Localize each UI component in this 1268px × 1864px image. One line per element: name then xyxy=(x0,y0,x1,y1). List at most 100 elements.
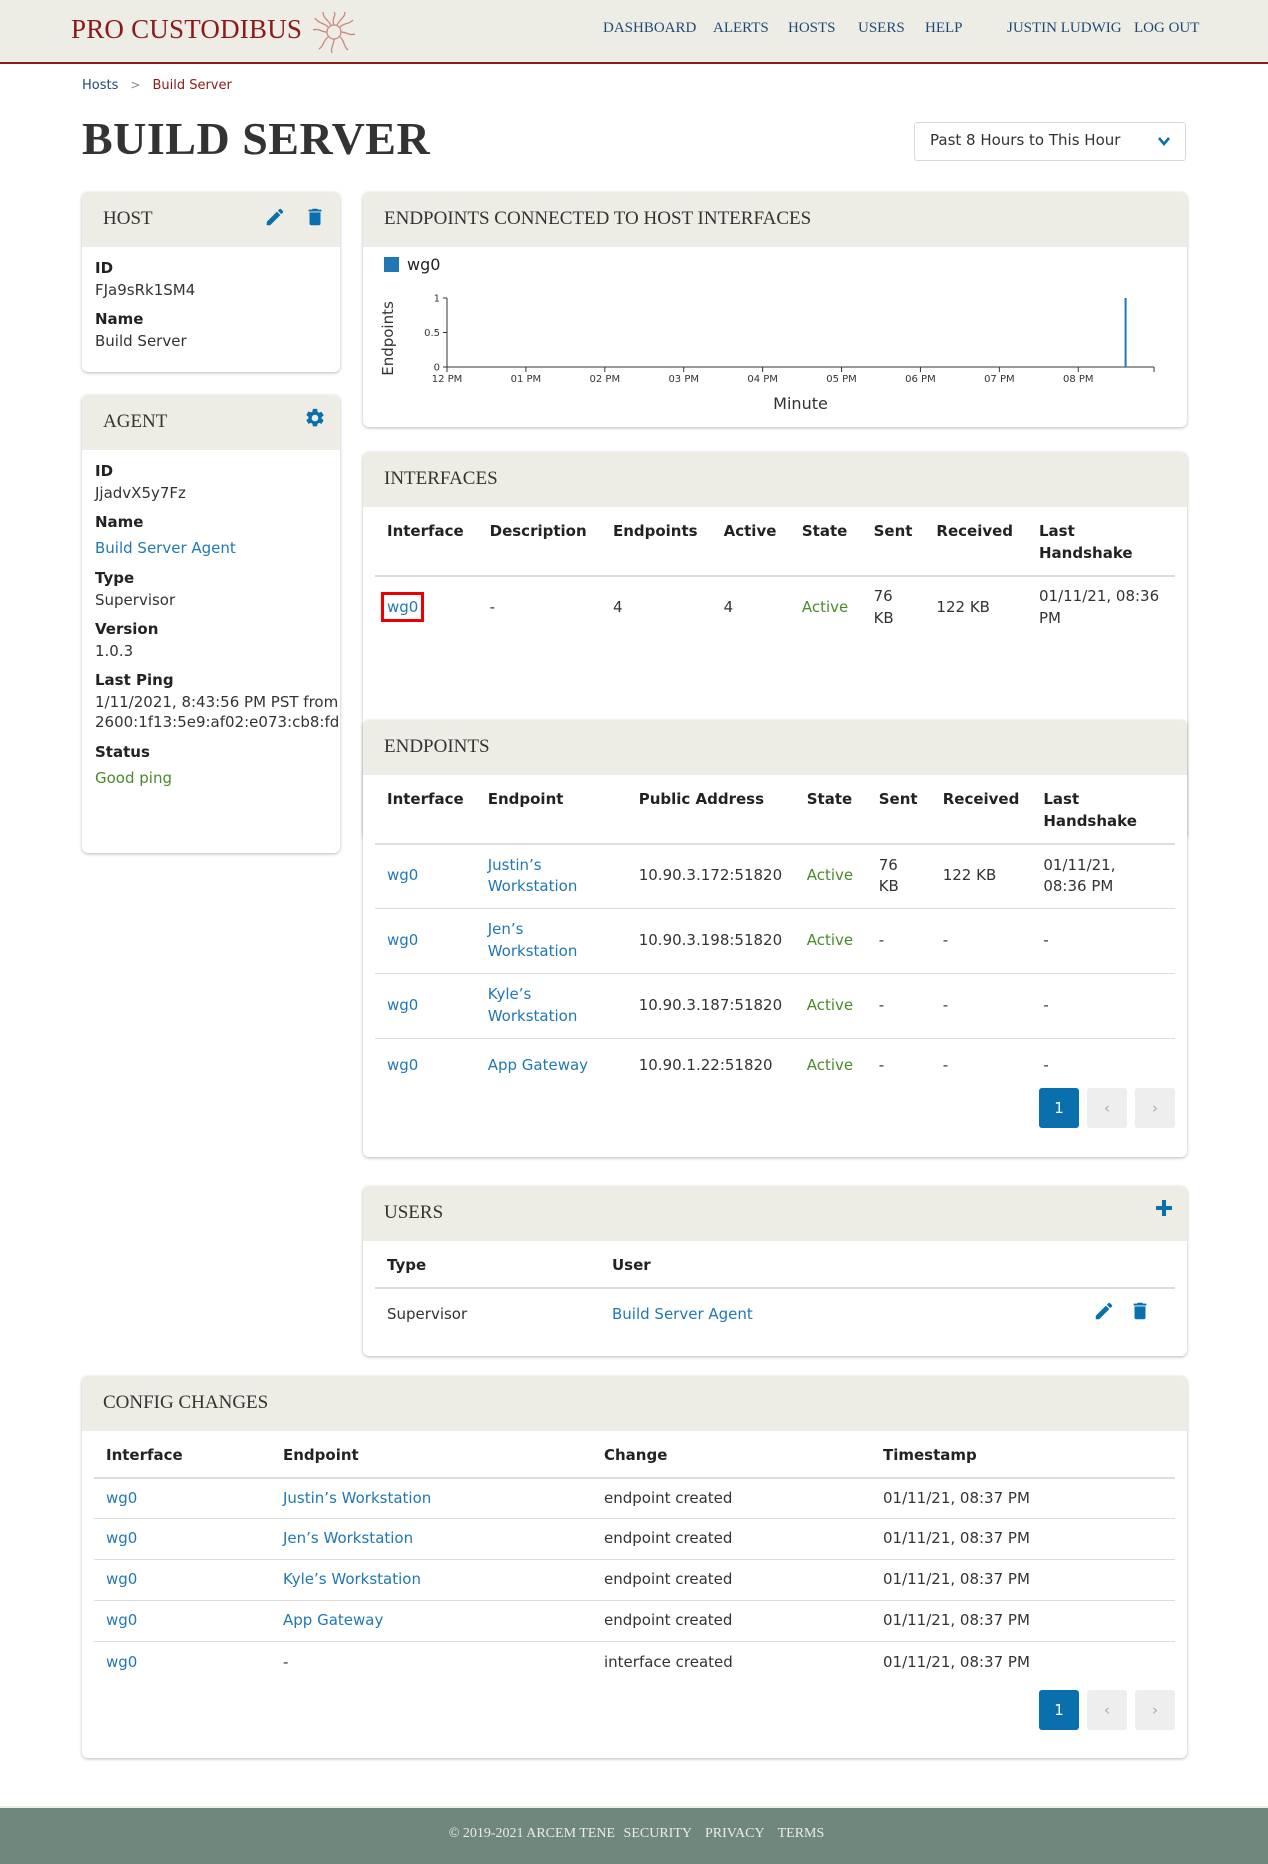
endpoint-interface-link[interactable]: wg0 xyxy=(387,866,418,884)
x-tick-label: 07 PM xyxy=(984,374,1015,385)
interface-link-wg0[interactable]: wg0 xyxy=(380,592,425,623)
x-tick-label: 03 PM xyxy=(668,374,699,385)
interfaces-table: Interface Description Endpoints Active S… xyxy=(375,507,1175,640)
endpoint-address: 10.90.3.187:51820 xyxy=(626,973,795,1039)
next-page-button[interactable]: › xyxy=(1135,1690,1175,1730)
y-tick-label: 1 xyxy=(434,294,440,305)
breadcrumb-hosts-link[interactable]: Hosts xyxy=(82,78,118,93)
users-header-row: Type User xyxy=(375,1241,1175,1289)
x-tick-label: 05 PM xyxy=(826,374,857,385)
footer-terms-link[interactable]: TERMS xyxy=(778,1826,825,1841)
endpoints-header-row: Interface Endpoint Public Address State … xyxy=(375,775,1175,845)
config-endpoint-link[interactable]: App Gateway xyxy=(283,1611,383,1629)
top-bar: PRO CUSTODIBUS DASHBOARD ALERTS HOSTS US… xyxy=(0,0,1268,64)
pencil-icon[interactable] xyxy=(264,206,286,228)
col-endpoints[interactable]: Endpoints xyxy=(600,507,712,577)
y-tick-label: 0 xyxy=(434,363,440,374)
gear-icon[interactable] xyxy=(304,407,326,429)
col-endpoint[interactable]: Endpoint xyxy=(475,775,627,845)
page-1-button[interactable]: 1 xyxy=(1039,1088,1079,1128)
medusa-logo-icon[interactable] xyxy=(311,10,357,54)
trash-icon[interactable] xyxy=(1129,1300,1151,1322)
endpoint-interface-link[interactable]: wg0 xyxy=(387,996,418,1014)
chart-card-title: ENDPOINTS CONNECTED TO HOST INTERFACES xyxy=(384,208,812,229)
config-interface-link[interactable]: wg0 xyxy=(106,1489,137,1507)
col-active[interactable]: Active xyxy=(711,507,790,577)
config-timestamp: 01/11/21, 08:37 PM xyxy=(871,1477,1175,1520)
config-endpoint-link[interactable]: Justin’s Workstation xyxy=(283,1489,431,1507)
next-page-button[interactable]: › xyxy=(1135,1088,1175,1128)
endpoint-name-link[interactable]: Kyle’s Workstation xyxy=(488,985,578,1025)
config-endpoint-link[interactable]: Kyle’s Workstation xyxy=(283,1570,421,1588)
config-interface-link[interactable]: wg0 xyxy=(106,1529,137,1547)
col-timestamp[interactable]: Timestamp xyxy=(871,1431,1175,1479)
col-interface[interactable]: Interface xyxy=(94,1431,271,1479)
col-user[interactable]: User xyxy=(600,1241,1075,1289)
config-interface-link[interactable]: wg0 xyxy=(106,1653,137,1671)
col-type[interactable]: Type xyxy=(375,1241,600,1289)
footer-privacy-link[interactable]: PRIVACY xyxy=(705,1826,764,1841)
config-endpoint-link[interactable]: Jen’s Workstation xyxy=(283,1529,413,1547)
nav-users[interactable]: USERS xyxy=(858,20,905,37)
col-last-handshake[interactable]: Last Handshake xyxy=(1031,775,1175,845)
footer-security-link[interactable]: SECURITY xyxy=(624,1826,692,1841)
col-state[interactable]: State xyxy=(789,507,862,577)
col-received[interactable]: Received xyxy=(924,507,1027,577)
col-received[interactable]: Received xyxy=(930,775,1032,845)
config-card-title: CONFIG CHANGES xyxy=(103,1392,269,1413)
endpoint-name-link[interactable]: Justin’s Workstation xyxy=(488,856,578,896)
x-tick-label: 04 PM xyxy=(747,374,778,385)
host-card-title: HOST xyxy=(103,208,153,229)
prev-page-button[interactable]: ‹ xyxy=(1087,1088,1127,1128)
config-timestamp: 01/11/21, 08:37 PM xyxy=(871,1600,1175,1643)
agent-name-label: Name xyxy=(95,513,144,532)
nav-alerts[interactable]: ALERTS xyxy=(713,20,769,37)
user-link[interactable]: Build Server Agent xyxy=(612,1305,753,1323)
config-interface-link[interactable]: wg0 xyxy=(106,1611,137,1629)
col-sent[interactable]: Sent xyxy=(861,507,925,577)
prev-page-button[interactable]: ‹ xyxy=(1087,1690,1127,1730)
pencil-icon[interactable] xyxy=(1093,1300,1115,1322)
interfaces-card-title: INTERFACES xyxy=(384,468,498,489)
col-state[interactable]: State xyxy=(794,775,867,845)
trash-icon[interactable] xyxy=(304,206,326,228)
table-row: wg0 App Gateway endpoint created 01/11/21, … xyxy=(94,1600,1175,1643)
config-interface-link[interactable]: wg0 xyxy=(106,1570,137,1588)
endpoint-sent: - xyxy=(866,973,931,1039)
col-change[interactable]: Change xyxy=(592,1431,871,1479)
col-sent[interactable]: Sent xyxy=(866,775,931,845)
endpoint-state: Active xyxy=(806,1056,854,1075)
col-interface[interactable]: Interface xyxy=(375,775,476,845)
nav-dashboard[interactable]: DASHBOARD xyxy=(603,20,696,37)
config-timestamp: 01/11/21, 08:37 PM xyxy=(883,1652,1030,1671)
nav-hosts[interactable]: HOSTS xyxy=(788,20,836,37)
config-timestamp: 01/11/21, 08:37 PM xyxy=(871,1518,1175,1561)
breadcrumb-current: Build Server xyxy=(152,78,232,93)
table-row: wg0 Jen’s Workstation endpoint created 01/1… xyxy=(94,1518,1175,1561)
col-interface[interactable]: Interface xyxy=(375,507,478,577)
endpoint-name-link[interactable]: App Gateway xyxy=(488,1056,588,1074)
users-table: Type User Supervisor Build Server Agent xyxy=(375,1241,1175,1341)
nav-help[interactable]: HELP xyxy=(925,20,963,37)
plus-icon[interactable] xyxy=(1154,1198,1174,1218)
table-row: wg0 Justin’s Workstation 10.90.3.172:51820… xyxy=(375,843,1175,909)
endpoint-interface-link[interactable]: wg0 xyxy=(387,931,418,949)
endpoints-chart: wg0 Endpoints Minute 0 0.5 1 12 PM 01 PM 02 P… xyxy=(379,255,1155,413)
col-endpoint[interactable]: Endpoint xyxy=(271,1431,592,1479)
table-row: wg0 Kyle’s Workstation endpoint created 01/… xyxy=(94,1559,1175,1602)
host-card-body: ID FJa9sRk1SM4 Name Build Server xyxy=(82,247,340,362)
nav-user-profile[interactable]: JUSTIN LUDWIG xyxy=(1007,20,1122,37)
interface-active: 4 xyxy=(723,598,734,617)
interface-sent: 76 KB xyxy=(873,587,894,627)
config-pager: 1 ‹ › xyxy=(1039,1690,1175,1730)
page-1-button[interactable]: 1 xyxy=(1039,1690,1079,1730)
endpoint-interface-link[interactable]: wg0 xyxy=(387,1056,418,1074)
endpoint-name-link[interactable]: Jen’s Workstation xyxy=(488,920,578,960)
col-public-address[interactable]: Public Address xyxy=(626,775,795,845)
time-range-select[interactable]: Past 8 Hours to This Hour xyxy=(914,122,1186,161)
agent-name-link[interactable]: Build Server Agent xyxy=(95,539,236,557)
nav-logout[interactable]: LOG OUT xyxy=(1134,20,1199,37)
col-last-handshake[interactable]: Last Handshake xyxy=(1027,507,1175,577)
brand-logo-text[interactable]: PRO CUSTODIBUS xyxy=(71,14,302,45)
col-description[interactable]: Description xyxy=(477,507,601,577)
